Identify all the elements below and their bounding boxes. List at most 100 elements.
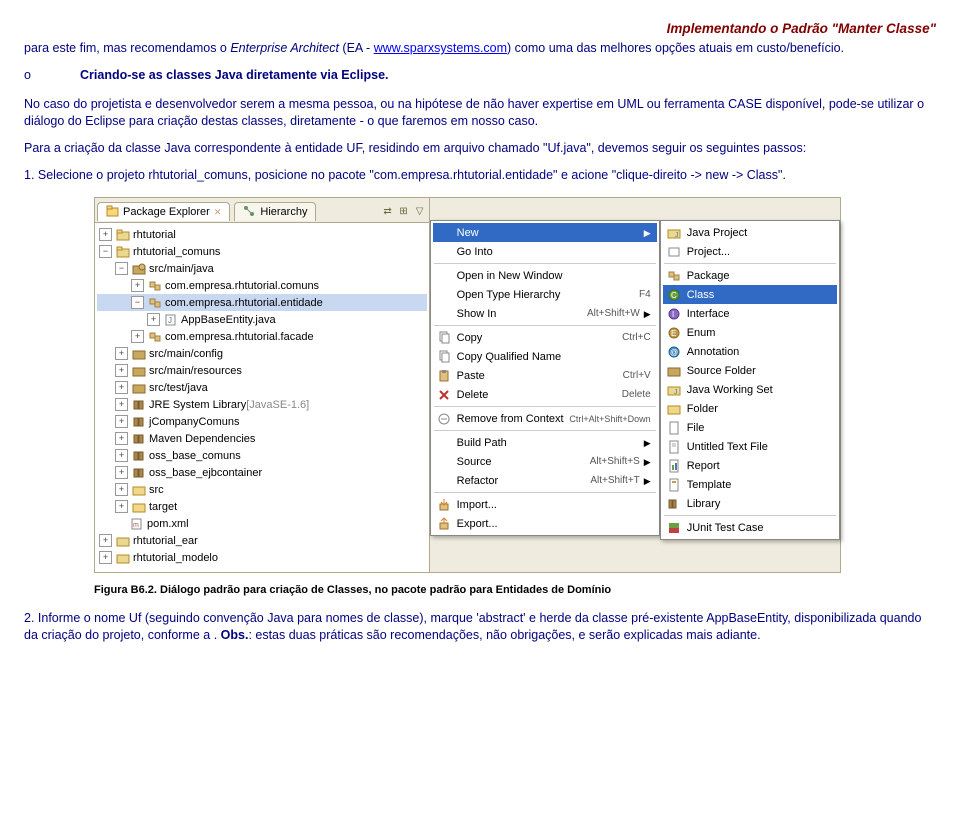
enum-icon: E [666, 325, 682, 341]
hierarchy-icon [243, 205, 256, 218]
new-submenu: JJava Project Project... Package CClass … [660, 220, 840, 540]
submenu-arrow-icon: ▶ [644, 308, 651, 320]
menu-open-new-window[interactable]: Open in New Window [433, 266, 657, 285]
svg-text:m: m [133, 522, 139, 529]
text-file-icon [666, 439, 682, 455]
collapse-icon[interactable]: ⇄ [381, 204, 395, 218]
sub-template[interactable]: Template [663, 475, 837, 494]
menu-build-path[interactable]: Build Path▶ [433, 433, 657, 452]
menu-go-into[interactable]: Go Into [433, 242, 657, 261]
figure-eclipse-screenshot: Package Explorer ✕ Hierarchy ⇄ ⊞ ▽ +rhtu… [94, 197, 936, 573]
tab-package-explorer[interactable]: Package Explorer ✕ [97, 202, 230, 222]
svg-text:J: J [674, 389, 678, 396]
menu-source[interactable]: SourceAlt+Shift+S▶ [433, 452, 657, 471]
submenu-arrow-icon: ▶ [644, 475, 651, 487]
tab-hierarchy-label: Hierarchy [260, 205, 307, 220]
context-menu: New▶ Go Into Open in New Window Open Typ… [430, 220, 660, 536]
menu-refactor[interactable]: RefactorAlt+Shift+T▶ [433, 471, 657, 490]
menu-icon[interactable]: ▽ [413, 204, 427, 218]
sub-package[interactable]: Package [663, 266, 837, 285]
file-icon [666, 420, 682, 436]
svg-text:J: J [675, 232, 679, 239]
tab-hierarchy[interactable]: Hierarchy [234, 202, 316, 222]
delete-icon [436, 387, 452, 403]
annotation-icon: @ [666, 344, 682, 360]
svg-text:E: E [671, 329, 676, 338]
sub-file[interactable]: File [663, 418, 837, 437]
tree-node-src-main-config[interactable]: +src/main/config [97, 345, 427, 362]
svg-text:I: I [672, 310, 674, 319]
tree-node-src-main-java[interactable]: −src/main/java [97, 260, 427, 277]
sub-project[interactable]: Project... [663, 242, 837, 261]
figure-caption: Figura B6.2. Diálogo padrão para criação… [94, 583, 936, 598]
project-icon [666, 244, 682, 260]
intro-suffix: ) como uma das melhores opções atuais em… [507, 41, 844, 55]
menu-copy-qualified[interactable]: Copy Qualified Name [433, 347, 657, 366]
explorer-tabbar: Package Explorer ✕ Hierarchy ⇄ ⊞ ▽ [95, 198, 429, 223]
menu-copy[interactable]: CopyCtrl+C [433, 328, 657, 347]
tree-node-src-test-java[interactable]: +src/test/java [97, 379, 427, 396]
export-icon [436, 516, 452, 532]
p5-suffix: : estas duas práticas são recomendações,… [248, 628, 760, 642]
sub-report[interactable]: Report [663, 456, 837, 475]
menu-separator [434, 406, 656, 407]
submenu-arrow-icon: ▶ [644, 227, 651, 239]
tree-node-rhtutorial[interactable]: +rhtutorial [97, 226, 427, 243]
sub-folder[interactable]: Folder [663, 399, 837, 418]
tree-node-pkg-facade[interactable]: +com.empresa.rhtutorial.facade [97, 328, 427, 345]
project-tree: +rhtutorial −rhtutorial_comuns −src/main… [95, 223, 429, 572]
copy-icon [436, 330, 452, 346]
template-icon [666, 477, 682, 493]
bullet-marker: o [24, 67, 80, 84]
tree-node-maven-deps[interactable]: +Maven Dependencies [97, 430, 427, 447]
paragraph-5: 2. Informe o nome Uf (seguindo convenção… [24, 610, 936, 644]
sub-working-set[interactable]: JJava Working Set [663, 380, 837, 399]
link-icon[interactable]: ⊞ [397, 204, 411, 218]
page-header-title: Implementando o Padrão "Manter Classe" [24, 20, 936, 38]
sub-source-folder[interactable]: Source Folder [663, 361, 837, 380]
sparxsystems-link[interactable]: www.sparxsystems.com [374, 41, 507, 55]
sub-enum[interactable]: EEnum [663, 323, 837, 342]
tree-node-appbaseentity[interactable]: +JAppBaseEntity.java [97, 311, 427, 328]
tree-node-oss-base-ejb[interactable]: +oss_base_ejbcontainer [97, 464, 427, 481]
menu-separator [434, 430, 656, 431]
paste-icon [436, 368, 452, 384]
menu-remove-context[interactable]: Remove from ContextCtrl+Alt+Shift+Down [433, 409, 657, 428]
menu-open-type-hierarchy[interactable]: Open Type HierarchyF4 [433, 285, 657, 304]
tree-node-pkg-entidade[interactable]: −com.empresa.rhtutorial.entidade [97, 294, 427, 311]
sub-java-project[interactable]: JJava Project [663, 223, 837, 242]
sub-annotation[interactable]: @Annotation [663, 342, 837, 361]
library-icon [666, 496, 682, 512]
tree-node-rhtutorial-ear[interactable]: +rhtutorial_ear [97, 532, 427, 549]
sub-untitled-text[interactable]: Untitled Text File [663, 437, 837, 456]
java-project-icon: J [666, 225, 682, 241]
sub-library[interactable]: Library [663, 494, 837, 513]
sub-interface[interactable]: IInterface [663, 304, 837, 323]
tree-node-jcompany[interactable]: +jCompanyComuns [97, 413, 427, 430]
tree-node-rhtutorial-comuns[interactable]: −rhtutorial_comuns [97, 243, 427, 260]
package-icon [666, 268, 682, 284]
sub-class[interactable]: CClass [663, 285, 837, 304]
intro-prefix: para este fim, mas recomendamos o [24, 41, 230, 55]
menu-delete[interactable]: DeleteDelete [433, 385, 657, 404]
menu-new[interactable]: New▶ [433, 223, 657, 242]
tree-node-src-folder[interactable]: +src [97, 481, 427, 498]
tree-node-src-main-resources[interactable]: +src/main/resources [97, 362, 427, 379]
class-icon: C [666, 287, 682, 303]
menu-import[interactable]: Import... [433, 495, 657, 514]
menu-paste[interactable]: PasteCtrl+V [433, 366, 657, 385]
paragraph-2: No caso do projetista e desenvolvedor se… [24, 96, 936, 130]
menu-export[interactable]: Export... [433, 514, 657, 533]
tree-node-oss-base-comuns[interactable]: +oss_base_comuns [97, 447, 427, 464]
menu-separator [664, 263, 836, 264]
tree-node-target-folder[interactable]: +target [97, 498, 427, 515]
sub-junit[interactable]: JUnit Test Case [663, 518, 837, 537]
intro-mid: (EA - [339, 41, 374, 55]
tree-node-pom[interactable]: mpom.xml [97, 515, 427, 532]
paragraph-3: Para a criação da classe Java correspond… [24, 140, 936, 157]
tree-node-pkg-comuns[interactable]: +com.empresa.rhtutorial.comuns [97, 277, 427, 294]
pin-icon: ✕ [214, 206, 222, 218]
menu-show-in[interactable]: Show InAlt+Shift+W▶ [433, 304, 657, 323]
tree-node-rhtutorial-modelo[interactable]: +rhtutorial_modelo [97, 549, 427, 566]
tree-node-jre[interactable]: +JRE System Library [JavaSE-1.6] [97, 396, 427, 413]
